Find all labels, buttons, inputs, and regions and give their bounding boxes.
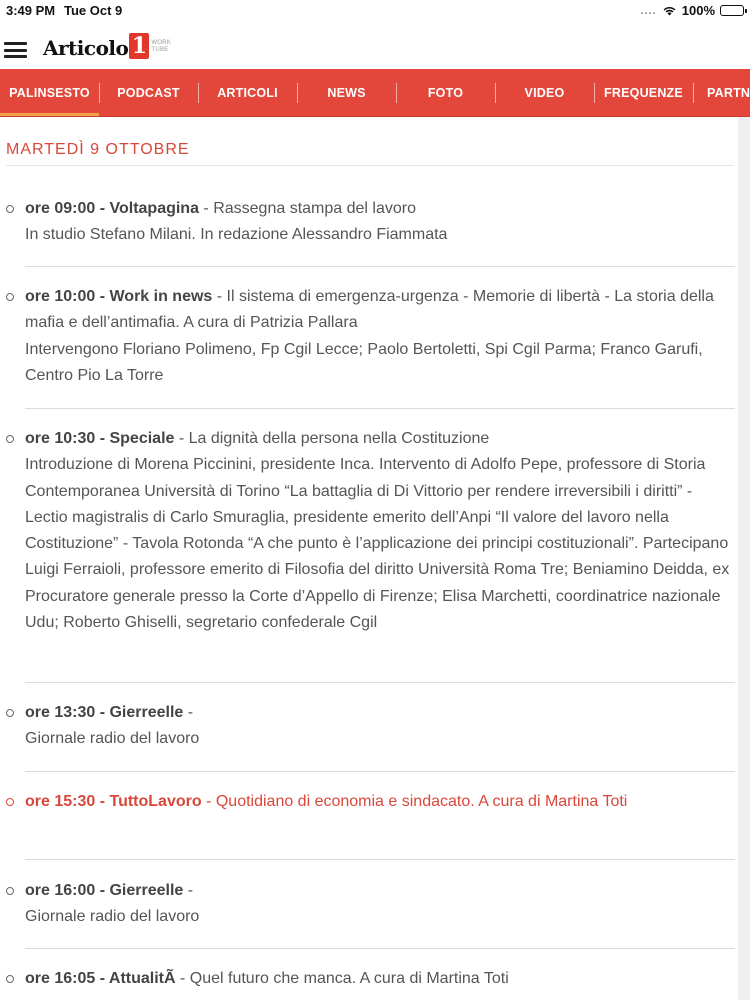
schedule-item-title: ore 16:05 - AttualitÃ bbox=[25, 970, 176, 987]
bullet-icon bbox=[6, 887, 14, 895]
battery-percent: 100% bbox=[681, 3, 715, 18]
schedule-item-description: - Rassegna stampa del lavoro bbox=[198, 200, 416, 217]
schedule-item-details: Introduzione di Morena Piccinini, presid… bbox=[25, 456, 730, 632]
battery-icon bbox=[720, 5, 747, 16]
schedule-item-details: Giornale radio del lavoro bbox=[25, 908, 200, 926]
divider bbox=[25, 682, 735, 683]
schedule-item-description: - Quel futuro che manca. A cura di Marti… bbox=[175, 970, 509, 987]
bullet-icon bbox=[6, 435, 14, 443]
schedule-item-title: ore 09:00 - Voltapagina bbox=[25, 200, 199, 217]
schedule-day-title: MARTEDÌ 9 OTTOBRE bbox=[6, 141, 190, 158]
schedule-item-text: ore 13:30 - Gierreelle - Giornale radio … bbox=[25, 700, 737, 753]
logo-subtitle: WORK TUBE bbox=[151, 40, 172, 53]
schedule-item-details: Intervengono Floriano Polimeno, Fp Cgil … bbox=[25, 340, 703, 384]
schedule-item-details: In studio Stefano Milani. In redazione A… bbox=[25, 226, 448, 244]
schedule-item-text: ore 09:00 - Voltapagina - Rassegna stamp… bbox=[25, 196, 737, 249]
bullet-icon bbox=[6, 293, 14, 301]
divider bbox=[25, 948, 735, 949]
divider bbox=[6, 165, 734, 166]
tab-partner[interactable]: PARTN bbox=[693, 69, 750, 116]
schedule-item-text: ore 15:30 - TuttoLavoro - Quotidiano di … bbox=[25, 789, 737, 815]
app-header: Articolo 1 WORK TUBE bbox=[0, 22, 750, 70]
tab-frequenze[interactable]: FREQUENZE bbox=[594, 69, 693, 116]
hamburger-menu-icon[interactable] bbox=[4, 42, 27, 58]
schedule-item-title: ore 16:00 - Gierreelle bbox=[25, 882, 184, 899]
schedule-item-text: ore 16:00 - Gierreelle - Giornale radio … bbox=[25, 878, 737, 931]
schedule-item-title: ore 15:30 - TuttoLavoro bbox=[25, 793, 202, 810]
schedule-item-title: ore 13:30 - Gierreelle bbox=[25, 704, 184, 721]
status-time: 3:49 PM bbox=[6, 3, 56, 18]
schedule-item-details: Giornale radio del lavoro bbox=[25, 730, 200, 748]
schedule-item-description: - bbox=[183, 704, 194, 721]
wifi-icon bbox=[663, 6, 676, 16]
logo-text: Articolo bbox=[43, 36, 129, 60]
tab-articoli[interactable]: ARTICOLI bbox=[198, 69, 297, 116]
status-right: .... 100% bbox=[640, 3, 747, 18]
schedule-item-description: - bbox=[183, 882, 194, 899]
status-date: Tue Oct 9 bbox=[64, 3, 123, 18]
divider bbox=[25, 266, 735, 267]
tab-podcast[interactable]: PODCAST bbox=[99, 69, 198, 116]
bullet-icon bbox=[6, 205, 14, 213]
divider bbox=[25, 859, 735, 860]
signal-dots-icon: .... bbox=[640, 4, 657, 17]
schedule-item-text: ore 16:05 - AttualitÃ - Quel futuro che … bbox=[25, 966, 737, 992]
schedule-item-title: ore 10:30 - Speciale bbox=[25, 430, 175, 447]
schedule-item-description: - Quotidiano di economia e sindacato. A … bbox=[201, 793, 628, 810]
schedule-item-title: ore 10:00 - Work in news bbox=[25, 288, 213, 305]
logo-number: 1 bbox=[129, 33, 150, 59]
schedule-item-text: ore 10:00 - Work in news - Il sistema di… bbox=[25, 284, 737, 389]
bullet-icon bbox=[6, 975, 14, 983]
logo[interactable]: Articolo 1 WORK TUBE bbox=[43, 33, 173, 62]
tab-news[interactable]: NEWS bbox=[297, 69, 396, 116]
divider bbox=[25, 408, 735, 409]
schedule-item-description: - La dignità della persona nella Costitu… bbox=[174, 430, 490, 447]
bullet-icon bbox=[6, 798, 14, 806]
tab-video[interactable]: VIDEO bbox=[495, 69, 594, 116]
scrollbar[interactable] bbox=[738, 117, 750, 1000]
bullet-icon bbox=[6, 709, 14, 717]
divider bbox=[25, 771, 735, 772]
main-nav: PALINSESTO PODCAST ARTICOLI NEWS FOTO VI… bbox=[0, 69, 750, 117]
status-bar: 3:49 PM Tue Oct 9 .... 100% bbox=[0, 0, 750, 22]
tab-palinsesto[interactable]: PALINSESTO bbox=[0, 69, 99, 116]
schedule-item-text: ore 10:30 - Speciale - La dignità della … bbox=[25, 426, 737, 636]
tab-foto[interactable]: FOTO bbox=[396, 69, 495, 116]
